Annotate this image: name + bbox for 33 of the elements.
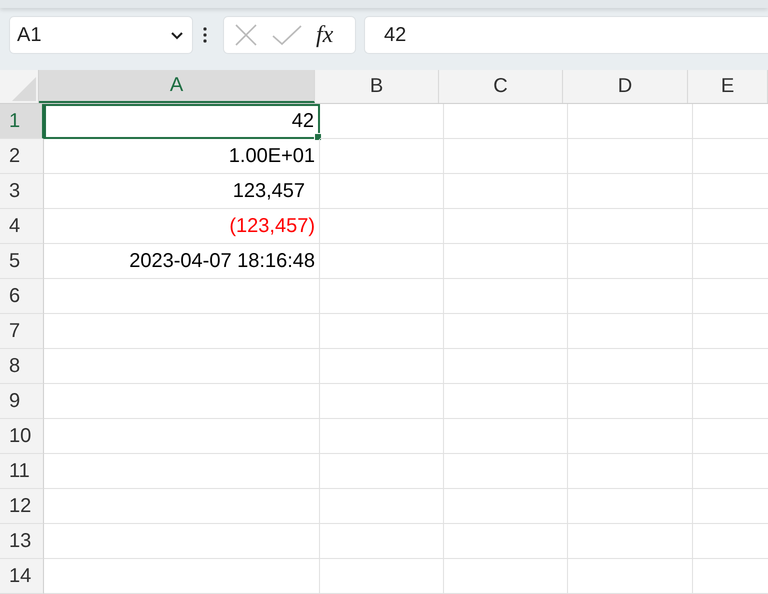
cancel-icon[interactable]	[234, 23, 258, 47]
row-header[interactable]: 2	[0, 139, 44, 174]
column-header[interactable]: C	[439, 70, 563, 103]
row-header[interactable]: 12	[0, 489, 44, 524]
fill-handle[interactable]	[314, 133, 322, 141]
row-header[interactable]: 5	[0, 244, 44, 279]
row-header[interactable]: 14	[0, 559, 44, 594]
more-options-icon[interactable]	[203, 27, 207, 43]
formula-input-field[interactable]: 42	[364, 16, 768, 54]
row-header[interactable]: 11	[0, 454, 44, 489]
row-header[interactable]: 8	[0, 349, 44, 384]
cell-value: 42	[292, 110, 314, 133]
checkmark-icon[interactable]	[272, 24, 302, 46]
column-header[interactable]: B	[315, 70, 439, 103]
name-box[interactable]: A1	[9, 16, 193, 54]
column-header[interactable]: E	[688, 70, 768, 103]
chevron-down-icon	[170, 30, 184, 40]
row-header[interactable]: 4	[0, 209, 44, 244]
row-header[interactable]: 6	[0, 279, 44, 314]
triangle-icon	[12, 77, 36, 101]
row-header[interactable]: 10	[0, 419, 44, 454]
row-header[interactable]: 9	[0, 384, 44, 419]
row-header[interactable]: 13	[0, 524, 44, 559]
cell-value: 2023-04-07 18:16:48	[129, 250, 315, 272]
row-header[interactable]: 7	[0, 314, 44, 349]
cell-value: 1.00E+01	[228, 144, 315, 168]
cell-value: 123,457	[232, 180, 305, 202]
cell-value: (123,457)	[229, 214, 315, 238]
column-header[interactable]: A	[39, 70, 315, 103]
column-header[interactable]: D	[563, 70, 688, 103]
row-header[interactable]: 1	[0, 104, 44, 139]
insert-function-button[interactable]: fx	[316, 22, 334, 48]
row-header[interactable]: 3	[0, 174, 44, 209]
